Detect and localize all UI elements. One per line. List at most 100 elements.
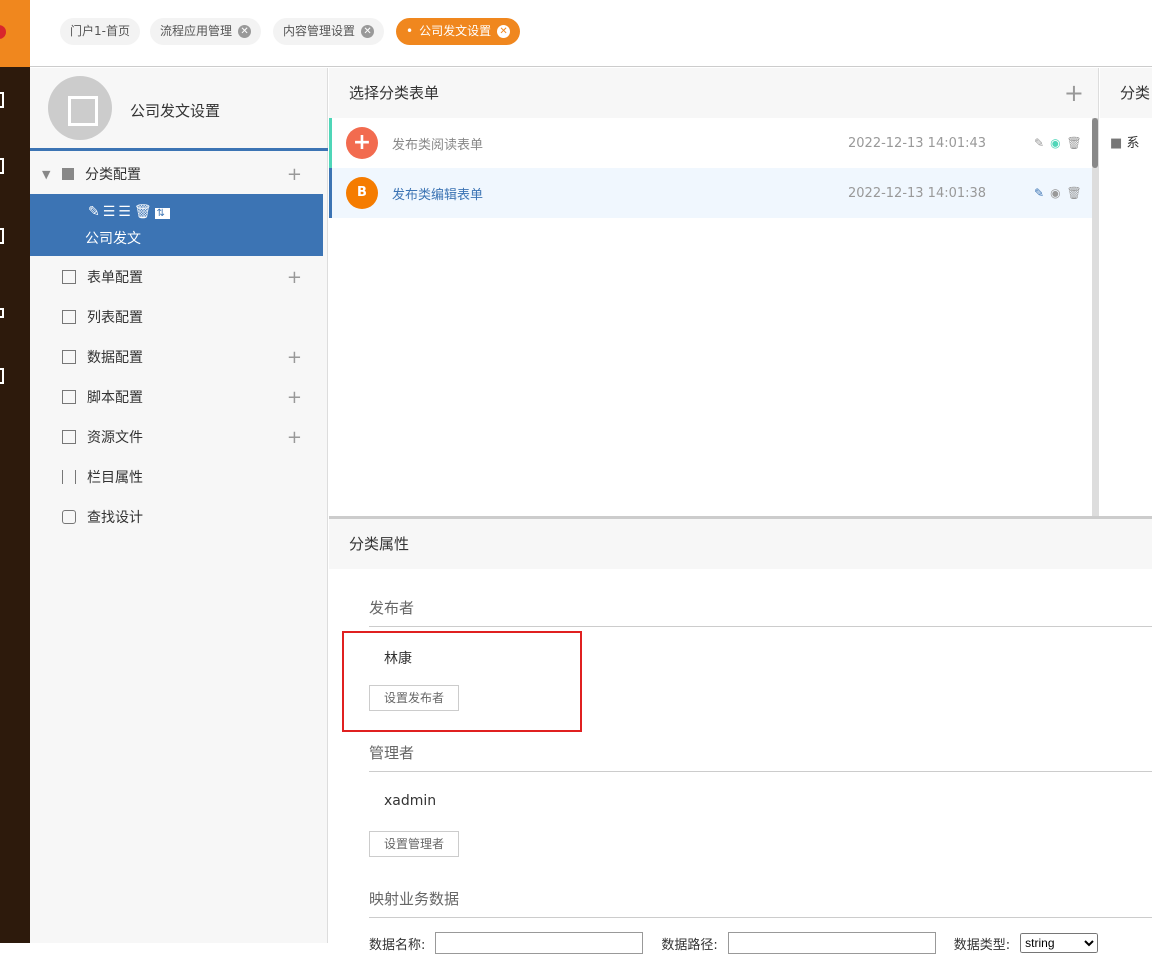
menu-label: 栏目属性: [87, 470, 143, 486]
app-icon[interactable]: [0, 228, 4, 244]
rail-logo[interactable]: [0, 0, 30, 67]
list-icon: [62, 310, 76, 324]
category-label: 公司发文: [85, 231, 141, 247]
set-publisher-button[interactable]: 设置发布者: [369, 685, 460, 711]
tab-home[interactable]: 门户1-首页: [60, 18, 140, 45]
menu-label: 列表配置: [87, 310, 143, 326]
row-actions: ✎ ◉ 🗑: [1034, 186, 1082, 200]
tab-label: 流程应用管理: [160, 24, 233, 38]
menu-label: 表单配置: [87, 270, 143, 286]
form-name[interactable]: 发布类阅读表单: [392, 134, 483, 153]
edit-form-icon[interactable]: ✎: [1034, 186, 1044, 200]
category-item-selected[interactable]: ✎☰☰🗑 ⇅ 公司发文: [30, 194, 323, 256]
category-properties: 分类属性 发布者 林康 设置发布者 管理者 xadmin 设置管理者 映射业务数…: [329, 516, 1152, 954]
category-panel: 分类 ■ 系: [1100, 68, 1152, 516]
tab-label: 门户1-首页: [70, 24, 130, 38]
set-manager-button[interactable]: 设置管理者: [369, 831, 460, 857]
trash-icon[interactable]: 🗑: [1067, 186, 1082, 200]
form-icon: [62, 270, 76, 284]
tab-bar: 门户1-首页 流程应用管理 ✕ 内容管理设置 ✕ • 公司发文设置 ✕: [30, 0, 1152, 67]
menu-form-config[interactable]: 表单配置 +: [30, 257, 328, 297]
panel-title: 选择分类表单: [349, 84, 440, 102]
highlight-box: [342, 631, 582, 732]
menu-script-config[interactable]: 脚本配置 +: [30, 377, 328, 417]
close-icon[interactable]: ✕: [238, 25, 252, 38]
app-logo: [48, 76, 112, 140]
config-sidebar: 公司发文设置 ▼ 分类配置 + ✎☰☰🗑 ⇅ 公司发文 表单配置 + 列表配置 数据配…: [30, 68, 328, 943]
eye-icon[interactable]: ◉: [1050, 136, 1060, 150]
row-actions: ✎ ◉ 🗑: [1034, 136, 1082, 150]
data-name-input[interactable]: [435, 932, 644, 954]
edit-icon[interactable]: ✎: [88, 204, 103, 220]
panel-title: 分类: [1120, 84, 1151, 102]
panel-header: 选择分类表单 +: [329, 68, 1098, 118]
edit-form-icon[interactable]: ✎: [1034, 136, 1044, 150]
folder-icon: ■: [1110, 136, 1123, 151]
category-icon: [62, 168, 74, 180]
menu-category-config[interactable]: ▼ 分类配置 +: [30, 154, 328, 194]
data-name-label: 数据名称:: [369, 937, 426, 953]
caret-down-icon[interactable]: ▼: [42, 168, 50, 181]
delete-icon[interactable]: 🗑: [134, 204, 155, 220]
home-icon[interactable]: [0, 92, 4, 108]
form-row[interactable]: + 发布类阅读表单 2022-12-13 14:01:43 ✎ ◉ 🗑: [329, 118, 1098, 168]
dot-icon: •: [406, 24, 414, 38]
menu-label: 资源文件: [87, 430, 143, 446]
resource-icon: [62, 430, 76, 444]
form-select-panel: 选择分类表单 + + 发布类阅读表单 2022-12-13 14:01:43 ✎ ◉…: [329, 68, 1099, 516]
menu-resource-files[interactable]: 资源文件 +: [30, 417, 328, 457]
chart-icon: [62, 350, 76, 364]
add-icon[interactable]: +: [287, 347, 302, 368]
sort-icon[interactable]: ⇅: [154, 208, 171, 219]
close-icon[interactable]: ✕: [497, 25, 511, 38]
gear-icon[interactable]: [0, 308, 4, 318]
tree-item[interactable]: ■ 系: [1100, 118, 1152, 165]
menu-list-config[interactable]: 列表配置: [30, 297, 328, 337]
publisher-value: 林康: [384, 651, 412, 667]
tab-label: 公司发文设置: [419, 24, 492, 38]
tree-label: 系: [1126, 136, 1140, 151]
form-row-selected[interactable]: B 发布类编辑表单 2022-12-13 14:01:38 ✎ ◉ 🗑: [329, 168, 1093, 218]
trash-icon[interactable]: 🗑: [1067, 136, 1082, 150]
scrollbar[interactable]: [1092, 118, 1098, 516]
form-name[interactable]: 发布类编辑表单: [392, 184, 483, 203]
close-icon[interactable]: ✕: [361, 25, 375, 38]
data-path-input[interactable]: [727, 932, 936, 954]
form-date: 2022-12-13 14:01:43: [848, 135, 987, 151]
binoculars-icon: [62, 510, 76, 524]
add-icon[interactable]: +: [287, 267, 302, 288]
data-type-label: 数据类型:: [953, 937, 1011, 953]
form-date: 2022-12-13 14:01:38: [848, 185, 987, 201]
tab-content-manage[interactable]: 内容管理设置 ✕: [273, 18, 385, 45]
window-icon[interactable]: [0, 368, 4, 384]
menu-label: 分类配置: [85, 167, 141, 183]
panel-title: 分类属性: [349, 535, 410, 553]
plus-circle-icon: +: [346, 127, 378, 159]
doc-icon[interactable]: [0, 158, 4, 174]
eye-icon[interactable]: ◉: [1050, 186, 1060, 200]
outdent-icon[interactable]: ☰: [118, 204, 134, 220]
app-rail: [0, 0, 30, 943]
data-path-label: 数据路径:: [661, 937, 718, 953]
menu-data-config[interactable]: 数据配置 +: [30, 337, 328, 377]
menu-column-props[interactable]: 栏目属性: [30, 457, 328, 497]
section-publisher: 发布者: [369, 597, 1152, 627]
menu-label: 脚本配置: [87, 390, 143, 406]
menu-search-design[interactable]: 查找设计: [30, 497, 328, 537]
tab-process-app[interactable]: 流程应用管理 ✕: [150, 18, 262, 45]
add-form-icon[interactable]: +: [1064, 68, 1084, 118]
add-icon[interactable]: +: [287, 427, 302, 448]
add-icon[interactable]: +: [287, 387, 302, 408]
script-icon: [62, 390, 76, 404]
section-manager: 管理者: [369, 742, 1152, 772]
add-icon[interactable]: +: [287, 164, 302, 185]
tab-company-doc[interactable]: • 公司发文设置 ✕: [396, 18, 521, 45]
manager-value: xadmin: [384, 793, 437, 809]
indent-icon[interactable]: ☰: [103, 204, 119, 220]
mapping-form: 数据名称: 数据路径: 数据类型: string: [369, 932, 1099, 954]
data-type-select[interactable]: string: [1020, 933, 1099, 953]
panel-header: 分类: [1100, 68, 1152, 118]
menu-label: 数据配置: [87, 350, 143, 366]
divider: [30, 148, 328, 151]
panel-header: 分类属性: [329, 519, 1152, 569]
